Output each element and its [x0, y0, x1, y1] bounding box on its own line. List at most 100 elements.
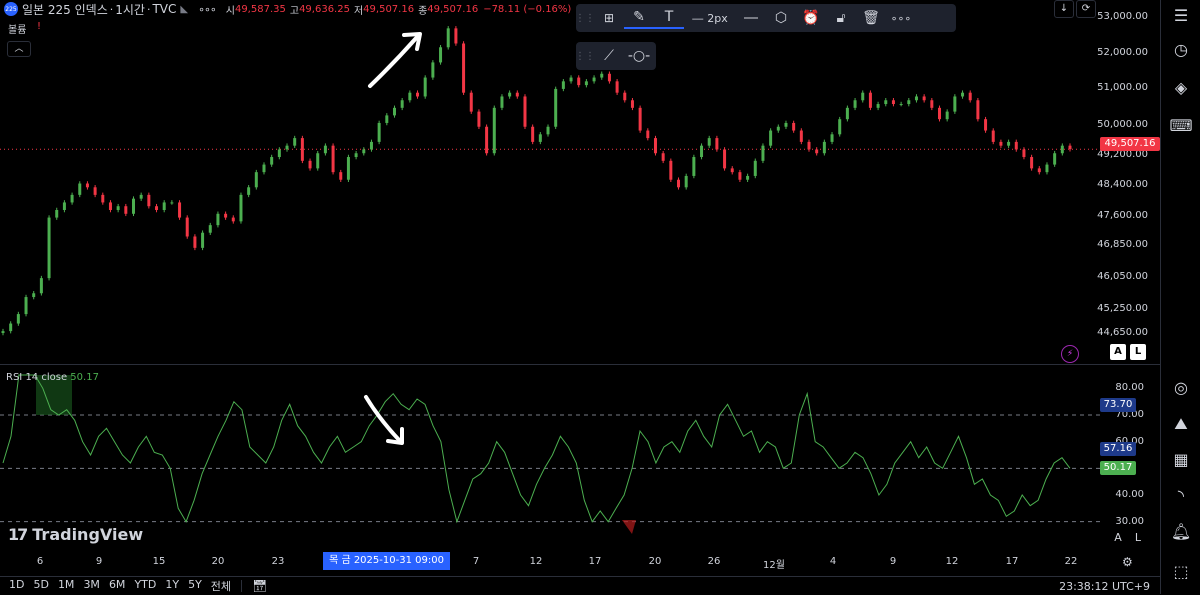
- range-button-ytd[interactable]: YTD: [134, 578, 156, 594]
- rsi-legend[interactable]: RSI 14 close 50.17: [6, 372, 99, 383]
- rsi-current-label: 50.17: [1100, 460, 1136, 475]
- candle-body: [945, 111, 949, 120]
- watchlist-icon[interactable]: ☰: [1169, 4, 1193, 28]
- ideas-icon[interactable]: ⛰: [1169, 412, 1193, 436]
- candle-body: [293, 138, 297, 146]
- candle-body: [999, 141, 1003, 146]
- log-scale-button[interactable]: L: [1130, 344, 1146, 360]
- rsi-line: [2, 374, 1071, 524]
- candle-body: [423, 77, 427, 97]
- notifications-icon[interactable]: 🔔︎: [1169, 520, 1193, 544]
- rsi-params: 14 close: [25, 372, 68, 383]
- candle-body: [469, 92, 473, 112]
- candle-body: [508, 92, 512, 97]
- range-button-1y[interactable]: 1Y: [165, 578, 179, 594]
- range-button-3m[interactable]: 3M: [83, 578, 100, 594]
- candle-body: [170, 202, 174, 204]
- candle-body: [116, 206, 120, 211]
- price-chart[interactable]: [0, 0, 1100, 364]
- clock-label[interactable]: 23:38:12 UTC+9: [1059, 580, 1150, 593]
- candle-body: [346, 157, 350, 180]
- candle-body: [485, 126, 489, 154]
- candle-body: [853, 100, 857, 108]
- candle-body: [868, 92, 872, 108]
- time-axis-tick: 17: [588, 556, 602, 567]
- time-axis-tick: 22: [1064, 556, 1078, 567]
- candle-body: [815, 149, 819, 154]
- candle-body: [47, 217, 51, 279]
- range-button-5y[interactable]: 5Y: [188, 578, 202, 594]
- price-axis-label: 48,400.00: [1097, 179, 1148, 190]
- rsi-chart[interactable]: [0, 365, 1100, 550]
- candle-body: [108, 202, 112, 211]
- time-axis-tick: 4: [829, 556, 837, 567]
- settings-gear-icon[interactable]: ⚙: [1122, 555, 1136, 569]
- candle-body: [769, 130, 773, 146]
- date-range-icon[interactable]: 📅︎: [252, 579, 267, 593]
- candle-body: [262, 164, 266, 173]
- candle-body: [554, 88, 558, 127]
- price-axis[interactable]: 53,000.00 52,000.00 51,000.00 50,000.00 49,2…: [1097, 0, 1160, 364]
- candle-body: [876, 104, 880, 108]
- candle-body: [369, 141, 373, 150]
- candle-body: [976, 100, 980, 120]
- range-button-1m[interactable]: 1M: [58, 578, 75, 594]
- tradingview-logo-text: TradingView: [32, 525, 144, 544]
- candle-body: [362, 149, 366, 154]
- lightning-icon[interactable]: ⚡︎: [1061, 345, 1079, 363]
- candle-body: [408, 92, 412, 101]
- annotation-arrow-down: [364, 395, 402, 443]
- range-button-5d[interactable]: 5D: [33, 578, 48, 594]
- candle-body: [861, 92, 865, 101]
- candle-body: [523, 96, 527, 127]
- candle-body: [891, 100, 895, 105]
- candle-body: [784, 122, 788, 127]
- calendar-icon[interactable]: ▦: [1169, 448, 1193, 472]
- notes-icon[interactable]: ⌨: [1169, 114, 1193, 138]
- candle-body: [62, 202, 66, 211]
- time-axis-tick: 12월: [763, 560, 785, 571]
- candle-body: [615, 81, 619, 93]
- rsi-axis[interactable]: 80.00 70.00 60.00 40.00 30.00 73.70 57.16 50.17: [1100, 365, 1160, 550]
- candle-body: [807, 141, 811, 150]
- candle-body: [446, 28, 450, 48]
- range-button-1d[interactable]: 1D: [9, 578, 24, 594]
- candle-body: [201, 232, 205, 248]
- range-button-전체[interactable]: 전체: [211, 578, 231, 594]
- time-axis-tick: 20: [648, 556, 662, 567]
- candle-body: [1030, 157, 1034, 169]
- price-axis-label: 53,000.00: [1097, 11, 1148, 22]
- range-button-6m[interactable]: 6M: [109, 578, 126, 594]
- rsi-axis-label: 40.00: [1115, 489, 1144, 500]
- price-axis-label: 46,050.00: [1097, 271, 1148, 282]
- price-axis-label: 50,000.00: [1097, 119, 1148, 130]
- target-icon[interactable]: ◎: [1169, 376, 1193, 400]
- alerts-clock-icon[interactable]: ◷: [1169, 38, 1193, 62]
- candle-body: [953, 96, 957, 112]
- layers-icon[interactable]: ◈: [1169, 76, 1193, 100]
- candle-body: [400, 100, 404, 108]
- candle-body: [9, 323, 13, 332]
- time-axis-tick: 26: [707, 556, 721, 567]
- rsi-value: 50.17: [70, 372, 99, 383]
- candle-body: [753, 160, 757, 176]
- time-axis-tick: 20: [211, 556, 225, 567]
- candle-body: [723, 149, 727, 169]
- candle-body: [124, 206, 128, 214]
- candle-body: [746, 175, 750, 180]
- price-axis-label: 45,250.00: [1097, 303, 1148, 314]
- candle-body: [730, 168, 734, 173]
- candle-body: [776, 126, 780, 131]
- time-axis[interactable]: 6 9 15 20 23 7 12 17 20 26 12월 4 9 12 17 22: [0, 552, 1100, 572]
- auto-scale-button-rsi[interactable]: A: [1110, 530, 1126, 546]
- candle-body: [592, 77, 596, 82]
- auto-scale-button[interactable]: A: [1110, 344, 1126, 360]
- streams-icon[interactable]: ◝: [1169, 484, 1193, 508]
- tradingview-logo[interactable]: 17 TradingView: [8, 525, 143, 544]
- candle-body: [70, 194, 74, 203]
- help-icon[interactable]: ⬚: [1169, 560, 1193, 584]
- log-scale-button-rsi[interactable]: L: [1130, 530, 1146, 546]
- candle-body: [277, 149, 281, 158]
- rsi-axis-label: 30.00: [1115, 515, 1144, 527]
- candle-body: [208, 225, 212, 233]
